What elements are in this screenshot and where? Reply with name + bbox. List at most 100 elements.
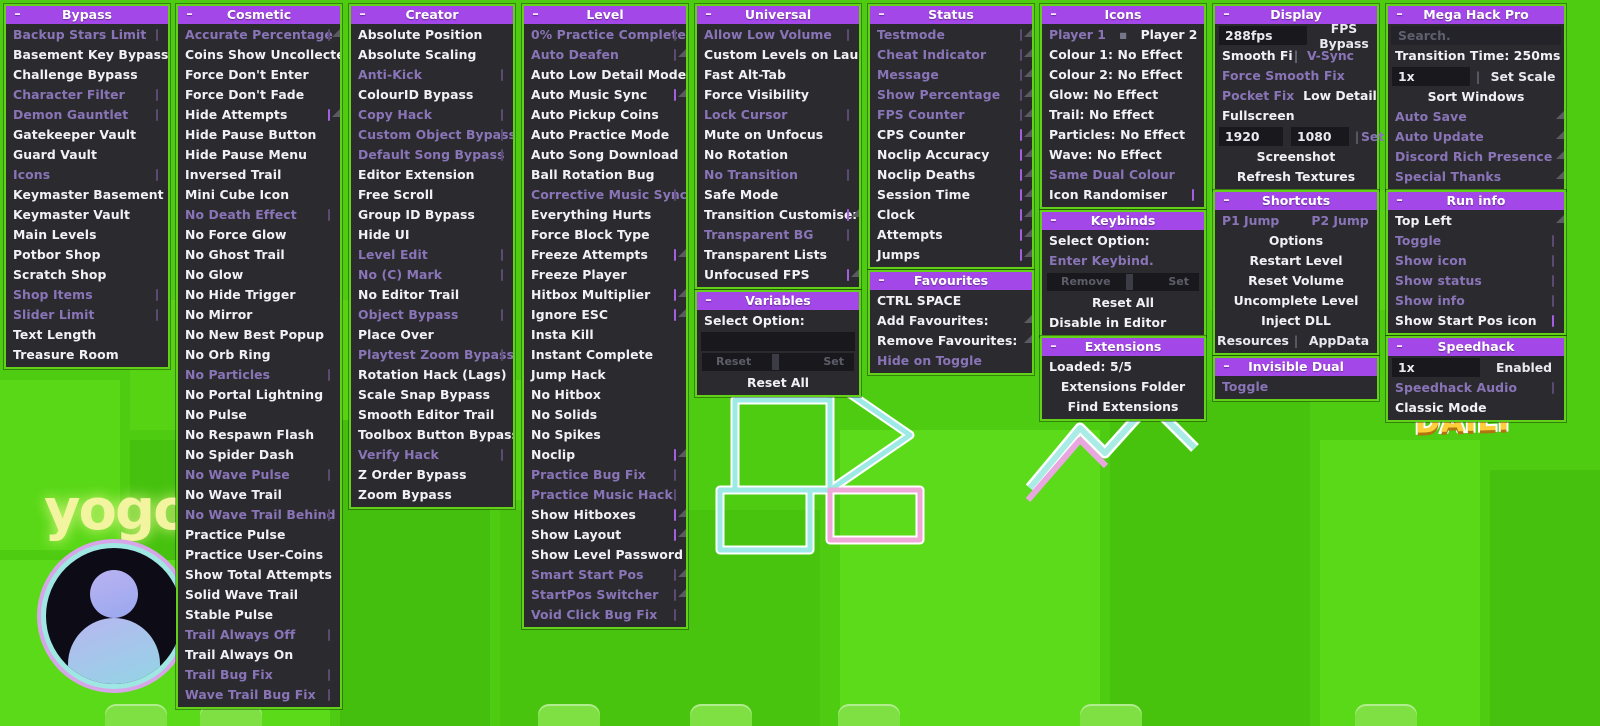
option-row[interactable]: Copy Hack xyxy=(351,105,513,125)
option-row[interactable]: Mini Cube Icon xyxy=(178,185,340,205)
option-row[interactable]: Particles: No Effect xyxy=(1042,125,1204,145)
keybind-indicator-icon[interactable] xyxy=(328,669,330,681)
window-variables[interactable]: – Variables Select Option: Reset Set Res… xyxy=(695,290,861,397)
option-row[interactable]: Trail Bug Fix xyxy=(178,665,340,685)
option-row[interactable]: FPS Counter xyxy=(870,105,1032,125)
option-row[interactable]: Slider Limit xyxy=(6,305,168,325)
option-row[interactable]: Show status xyxy=(1388,271,1564,291)
keybind-indicator-icon[interactable] xyxy=(674,249,676,261)
keybind-indicator-icon[interactable] xyxy=(847,109,849,121)
option-row[interactable]: Special Thanks xyxy=(1388,167,1564,187)
display-refresh-textures-button[interactable]: Refresh Textures xyxy=(1215,167,1377,187)
keybind-indicator-icon[interactable] xyxy=(1552,275,1554,287)
window-run-info[interactable]: – Run info Top Left Toggle Show icon Show … xyxy=(1386,190,1566,335)
keybind-indicator-icon[interactable] xyxy=(328,29,330,41)
display-vsync[interactable]: V-Sync xyxy=(1300,46,1377,66)
option-row[interactable]: Mute on Unfocus xyxy=(697,125,859,145)
window-level[interactable]: – Level 0% Practice Complete Auto Deafen A… xyxy=(522,4,688,629)
option-row[interactable]: No (C) Mark xyxy=(351,265,513,285)
window-icons[interactable]: – Icons Player 1 ▪ Player 2 Colour 1: No… xyxy=(1040,4,1206,209)
option-row[interactable]: 0% Practice Complete xyxy=(524,25,686,45)
settings-corner-icon[interactable] xyxy=(332,109,340,117)
minimize-icon[interactable]: – xyxy=(1394,6,1405,24)
option-row[interactable]: Auto Music Sync xyxy=(524,85,686,105)
window-mega-hack-pro-titlebar[interactable]: – Mega Hack Pro xyxy=(1388,6,1564,24)
settings-corner-icon[interactable] xyxy=(1024,29,1032,37)
option-row[interactable]: Shop Items xyxy=(6,285,168,305)
icons-player2-tab[interactable]: Player 2 xyxy=(1127,25,1204,45)
settings-corner-icon[interactable] xyxy=(1024,169,1032,177)
invisible-dual-toggle[interactable]: Toggle xyxy=(1215,377,1377,397)
keybind-indicator-icon[interactable] xyxy=(674,449,676,461)
variables-value-input[interactable] xyxy=(701,332,855,351)
keybind-indicator-icon[interactable] xyxy=(674,469,676,481)
bottom-button-6[interactable] xyxy=(1080,704,1142,726)
variables-reset-all-button[interactable]: Reset All xyxy=(697,373,859,393)
option-row[interactable]: Default Song Bypass xyxy=(351,145,513,165)
bottom-button-7[interactable] xyxy=(1355,704,1417,726)
scale-input[interactable]: 1x xyxy=(1392,67,1470,86)
option-row[interactable]: Practice Bug Fix xyxy=(524,465,686,485)
settings-corner-icon[interactable] xyxy=(1024,129,1032,137)
option-row[interactable]: Force Visibility xyxy=(697,85,859,105)
minimize-icon[interactable]: – xyxy=(1048,212,1059,230)
window-creator-titlebar[interactable]: – Creator xyxy=(351,6,513,24)
option-row[interactable]: No Hide Trigger xyxy=(178,285,340,305)
option-row[interactable]: No Hitbox xyxy=(524,385,686,405)
option-row[interactable]: Testmode xyxy=(870,25,1032,45)
option-row[interactable]: Backup Stars Limit xyxy=(6,25,168,45)
option-row[interactable]: Practice User-Coins xyxy=(178,545,340,565)
shortcut-button[interactable]: Uncomplete Level xyxy=(1215,291,1377,311)
keybind-indicator-icon[interactable] xyxy=(1020,169,1022,181)
keybinds-reset-all-button[interactable]: Reset All xyxy=(1042,293,1204,313)
keybind-indicator-icon[interactable] xyxy=(1020,69,1022,81)
keybind-indicator-icon[interactable] xyxy=(847,209,849,221)
option-row[interactable]: Hide Pause Button xyxy=(178,125,340,145)
keybind-indicator-icon[interactable] xyxy=(156,309,158,321)
keybind-indicator-icon[interactable] xyxy=(501,69,503,81)
window-run-info-titlebar[interactable]: – Run info xyxy=(1388,192,1564,210)
option-row[interactable]: Practice Pulse xyxy=(178,525,340,545)
option-row[interactable]: Place Over xyxy=(351,325,513,345)
keybind-indicator-icon[interactable] xyxy=(1552,235,1554,247)
settings-corner-icon[interactable] xyxy=(678,529,686,537)
keybind-indicator-icon[interactable] xyxy=(1552,315,1554,327)
display-smooth-fix[interactable]: Smooth Fix xyxy=(1215,46,1292,66)
keybinds-enter-keybind[interactable]: Enter Keybind. xyxy=(1042,251,1204,271)
find-extensions-button[interactable]: Find Extensions xyxy=(1042,397,1204,417)
keybind-indicator-icon[interactable] xyxy=(328,629,330,641)
option-row[interactable]: Force Block Type xyxy=(524,225,686,245)
keybind-indicator-icon[interactable] xyxy=(1020,189,1022,201)
shortcuts-p2-jump[interactable]: P2 Jump xyxy=(1296,211,1377,231)
minimize-icon[interactable]: – xyxy=(876,272,887,290)
minimize-icon[interactable]: – xyxy=(1221,6,1232,24)
settings-corner-icon[interactable] xyxy=(1556,171,1564,179)
shortcuts-folder-row[interactable]: Resources | AppData xyxy=(1215,331,1377,351)
display-force-smooth-fix[interactable]: Force Smooth Fix xyxy=(1215,66,1377,86)
display-res-height-input[interactable]: 1080 xyxy=(1291,127,1349,146)
option-row[interactable]: Ignore ESC xyxy=(524,305,686,325)
settings-corner-icon[interactable] xyxy=(1556,131,1564,139)
window-creator[interactable]: – Creator Absolute Position Absolute Scal… xyxy=(349,4,515,509)
option-row[interactable]: No Death Effect xyxy=(178,205,340,225)
minimize-icon[interactable]: – xyxy=(530,6,541,24)
keybind-indicator-icon[interactable] xyxy=(1020,129,1022,141)
option-row[interactable]: Discord Rich Presence xyxy=(1388,147,1564,167)
option-row[interactable]: Jumps xyxy=(870,245,1032,265)
settings-corner-icon[interactable] xyxy=(678,449,686,457)
keybind-indicator-icon[interactable] xyxy=(501,309,503,321)
keybind-indicator-icon[interactable] xyxy=(674,89,676,101)
option-row[interactable]: Inversed Trail xyxy=(178,165,340,185)
window-invisible-dual-titlebar[interactable]: – Invisible Dual xyxy=(1215,358,1377,376)
option-row[interactable]: No Mirror xyxy=(178,305,340,325)
keybind-indicator-icon[interactable] xyxy=(501,349,503,361)
settings-corner-icon[interactable] xyxy=(1024,49,1032,57)
window-invisible-dual[interactable]: – Invisible Dual Toggle xyxy=(1213,356,1379,401)
option-row[interactable]: Show info xyxy=(1388,291,1564,311)
window-status-titlebar[interactable]: – Status xyxy=(870,6,1032,24)
option-row[interactable]: Clock xyxy=(870,205,1032,225)
option-row[interactable]: Show Hitboxes xyxy=(524,505,686,525)
option-row[interactable]: Show Percentage xyxy=(870,85,1032,105)
option-row[interactable]: No New Best Popup xyxy=(178,325,340,345)
keybind-indicator-icon[interactable] xyxy=(501,249,503,261)
